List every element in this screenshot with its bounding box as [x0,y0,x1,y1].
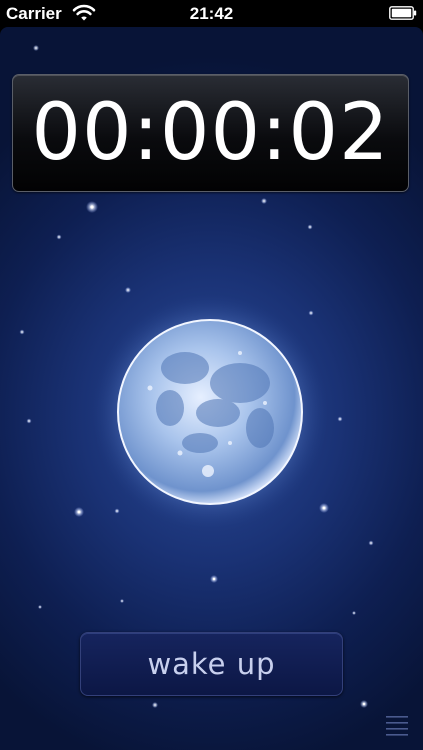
night-sky-background: 00:00:02 wake up [0,27,423,750]
wake-up-button[interactable]: wake up [80,632,343,696]
timer-display-panel: 00:00:02 [12,74,409,192]
moon-icon [90,293,330,533]
menu-icon[interactable] [385,714,409,736]
status-bar: Carrier 21:42 [0,0,423,27]
battery-icon [389,6,417,20]
elapsed-time: 00:00:02 [31,88,390,178]
status-time: 21:42 [189,4,234,23]
